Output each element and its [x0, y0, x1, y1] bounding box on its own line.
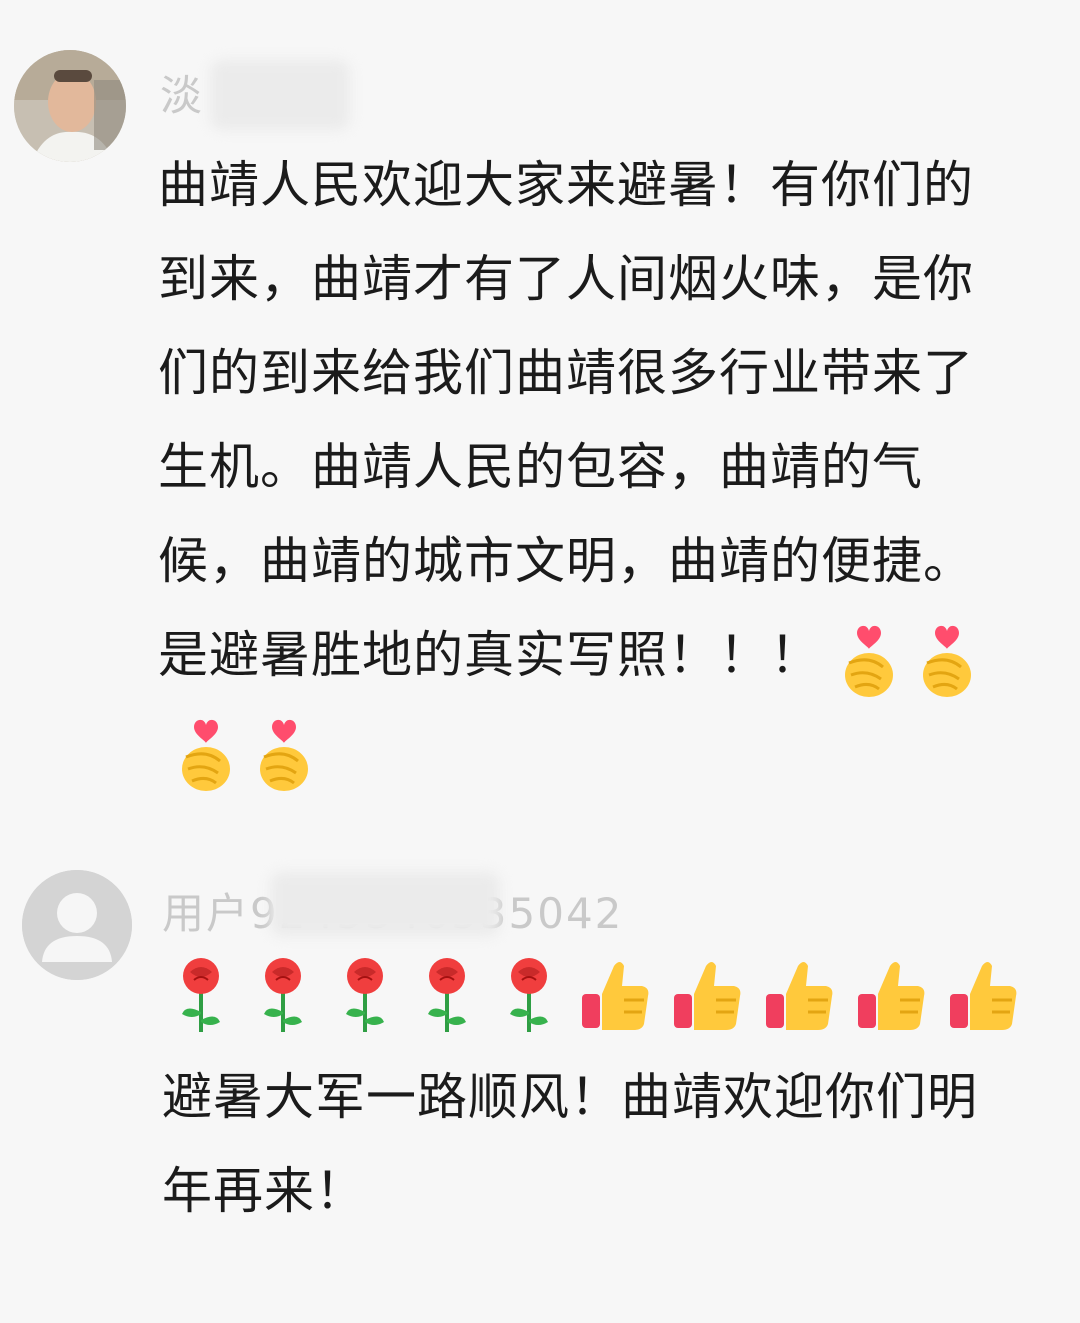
comment-item: 淡 泊 曲靖人民欢迎大家来避暑！有你们的到来，曲靖才有了人间烟火味，是你们的到来… [0, 40, 1080, 820]
rose-icon [428, 958, 466, 1032]
comment-text: 曲靖人民欢迎大家来避暑！有你们的到来，曲靖才有了人间烟火味，是你们的到来给我们曲… [158, 138, 1018, 796]
rose-icon [264, 958, 302, 1032]
rose-icon [510, 958, 548, 1032]
username-blur-mask [210, 60, 350, 130]
thumbs-up-icon [674, 962, 741, 1030]
heart-hand-icon [923, 625, 971, 697]
user-avatar[interactable] [14, 50, 126, 162]
comment-item: 用户9245346535042 [0, 860, 1080, 1280]
heart-hand-icon [260, 719, 308, 791]
thumbs-up-icon [582, 962, 649, 1030]
default-user-icon [22, 870, 132, 980]
thumbs-up-icon [950, 962, 1017, 1030]
thumbs-up-icon [766, 962, 833, 1030]
heart-hand-icon [845, 625, 893, 697]
default-avatar[interactable] [22, 870, 132, 980]
comment-text-content: 曲靖人民欢迎大家来避暑！有你们的到来，曲靖才有了人间烟火味，是你们的到来给我们曲… [158, 156, 974, 684]
heart-hand-icon [182, 719, 230, 791]
emoji-row [170, 954, 1020, 1034]
rose-icon [346, 958, 384, 1032]
thumbs-up-icon [858, 962, 925, 1030]
comment-text: 避暑大军一路顺风！曲靖欢迎你们明年再来！ [162, 1068, 978, 1220]
avatar-photo [14, 50, 126, 162]
rose-icon [182, 958, 220, 1032]
username-blur-mask [270, 872, 500, 936]
